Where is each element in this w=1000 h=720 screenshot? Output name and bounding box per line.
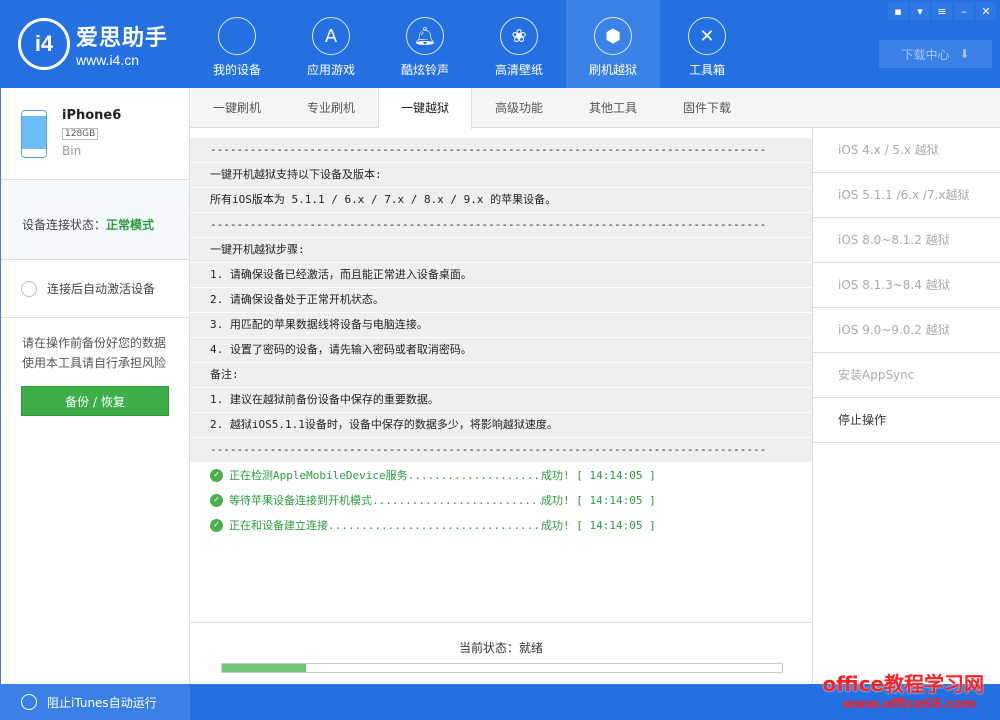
nav-label: 应用游戏 [284,61,378,78]
tab-one-click-jailbreak[interactable]: 一键越狱 [378,88,472,129]
tools-icon: ✕ [688,17,726,55]
menu-ios813-84[interactable]: iOS 8.1.3~8.4 越狱 [813,263,1000,308]
block-itunes-option[interactable]: 阻止iTunes自动运行 [21,694,157,711]
download-center-button[interactable]: 下载中心 ⬇ [879,40,992,68]
connection-label: 设备连接状态： [22,218,106,232]
tab-one-click-flash[interactable]: 一键刷机 [190,88,284,127]
info-line: 4. 设置了密码的设备，请先输入密码或者取消密码。 [190,338,812,363]
menu-install-appsync[interactable]: 安装AppSync [813,353,1000,398]
info-line: 所有iOS版本为 5.1.1 / 6.x / 7.x / 8.x / 9.x 的… [190,188,812,213]
nav-label: 酷炫铃声 [378,61,472,78]
info-line: ----------------------------------------… [190,213,812,238]
log-entry: ✓ 等待苹果设备连接到开机模式..........................… [190,488,812,513]
phone-icon [21,110,47,158]
log-message: 等待苹果设备连接到开机模式...........................… [229,488,541,513]
header: i4 爱思助手www.i4.cn 我的设备 A 应用游戏 🔔︎ 酷炫铃声 ❀ 高清壁纸… [0,0,1000,88]
skin-icon[interactable]: ▾ [910,2,930,20]
info-line: 2. 请确保设备处于正常开机状态。 [190,288,812,313]
download-icon: ⬇ [959,47,969,61]
info-line: 1. 建议在越狱前备份设备中保存的重要数据。 [190,388,812,413]
menu-ios4-5[interactable]: iOS 4.x / 5.x 越狱 [813,128,1000,173]
log-entry: ✓ 正在和设备建立连接..............................… [190,513,812,538]
connection-value: 正常模式 [106,218,154,232]
status-area: 当前状态：就绪 [190,622,812,684]
log-message: 正在检测AppleMobileDevice服务.................… [229,463,541,488]
jailbreak-info: ----------------------------------------… [190,128,812,622]
app-url: www.i4.cn [76,52,168,68]
menu-icon[interactable]: ≡ [932,2,952,20]
watermark-url: www.office68.com [843,697,976,712]
apple-icon [218,17,256,55]
warning-line: 使用本工具请自行承担风险 [22,353,189,373]
nav-label: 刷机越狱 [566,61,660,78]
log-result: 成功! [ 14:14:05 ] [541,463,656,488]
jailbreak-menu: iOS 4.x / 5.x 越狱 iOS 5.1.1 /6.x /7.x越狱 i… [812,128,1000,684]
flower-icon: ❀ [500,17,538,55]
log-result: 成功! [ 14:14:05 ] [541,488,656,513]
nav-toolbox[interactable]: ✕ 工具箱 [660,0,754,88]
block-itunes-label: 阻止iTunes自动运行 [47,694,157,711]
nav-ringtones[interactable]: 🔔︎ 酷炫铃声 [378,0,472,88]
nav-label: 我的设备 [190,61,284,78]
app-name: 爱思助手 [76,20,168,52]
menu-ios511-7[interactable]: iOS 5.1.1 /6.x /7.x越狱 [813,173,1000,218]
nav-label: 工具箱 [660,61,754,78]
check-icon: ✓ [210,519,223,532]
info-line: ----------------------------------------… [190,438,812,463]
menu-ios80-812[interactable]: iOS 8.0~8.1.2 越狱 [813,218,1000,263]
logo-mark: i4 [18,18,70,70]
nav-apps-games[interactable]: A 应用游戏 [284,0,378,88]
minimize-icon[interactable]: – [954,2,974,20]
app-store-icon: A [312,17,350,55]
device-name: iPhone6 [62,108,121,123]
check-icon: ✓ [210,469,223,482]
log-entry: ✓ 正在检测AppleMobileDevice服务................… [190,463,812,488]
device-capacity: 128GB [62,128,98,140]
stop-operation-button[interactable]: 停止操作 [813,398,1000,443]
info-line: 一键开机越狱步骤: [190,238,812,263]
device-owner: Bin [62,144,81,158]
progress-bar [221,663,783,673]
bell-icon: 🔔︎ [406,17,444,55]
info-line: 3. 用匹配的苹果数据线将设备与电脑连接。 [190,313,812,338]
current-status: 当前状态：就绪 [190,639,812,656]
info-line: 备注: [190,363,812,388]
auto-activate-radio[interactable] [21,281,37,297]
connection-status: 设备连接状态：正常模式 [1,180,189,260]
log-result: 成功! [ 14:14:05 ] [541,513,656,538]
device-info: iPhone6 128GB Bin [1,88,189,180]
warning-line: 请在操作前备份好您的数据 [22,333,189,353]
nav-my-device[interactable]: 我的设备 [190,0,284,88]
tab-pro-flash[interactable]: 专业刷机 [284,88,378,127]
backup-restore-button[interactable]: 备份 / 恢复 [21,386,169,416]
app-logo: i4 爱思助手www.i4.cn [18,18,168,70]
info-line: 1. 请确保设备已经激活，而且能正常进入设备桌面。 [190,263,812,288]
download-center-label: 下载中心 [901,46,949,63]
progress-fill [222,664,306,672]
tab-other-tools[interactable]: 其他工具 [566,88,660,127]
warning-text: 请在操作前备份好您的数据使用本工具请自行承担风险 [1,318,189,373]
info-line: 2. 越狱iOS5.1.1设备时，设备中保存的数据多少，将影响越狱速度。 [190,413,812,438]
sub-tabs: 一键刷机 专业刷机 一键越狱 高级功能 其他工具 固件下载 [190,88,1000,128]
device-panel: iPhone6 128GB Bin 设备连接状态：正常模式 连接后自动激活设备 … [0,88,190,684]
nav-flash-jailbreak[interactable]: ⬢ 刷机越狱 [566,0,660,88]
block-itunes-radio[interactable] [21,694,37,710]
tab-advanced[interactable]: 高级功能 [472,88,566,127]
feedback-icon[interactable]: ▪ [888,2,908,20]
nav-wallpapers[interactable]: ❀ 高清壁纸 [472,0,566,88]
menu-ios90-902[interactable]: iOS 9.0~9.0.2 越狱 [813,308,1000,353]
tab-firmware-download[interactable]: 固件下载 [660,88,754,127]
auto-activate-option[interactable]: 连接后自动激活设备 [1,260,189,318]
watermark-title: office教程学习网 [823,668,984,697]
close-icon[interactable]: ✕ [976,2,996,20]
info-line: ----------------------------------------… [190,138,812,163]
nav-label: 高清壁纸 [472,61,566,78]
box-icon: ⬢ [594,17,632,55]
auto-activate-label: 连接后自动激活设备 [47,280,155,297]
info-line: 一键开机越狱支持以下设备及版本: [190,163,812,188]
log-message: 正在和设备建立连接...............................… [229,513,541,538]
check-icon: ✓ [210,494,223,507]
